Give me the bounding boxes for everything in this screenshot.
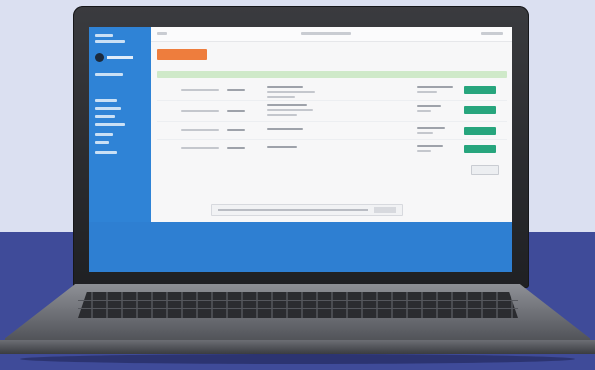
notification-button[interactable] (374, 207, 396, 213)
sidebar-brand (95, 34, 113, 37)
status-button[interactable] (464, 86, 496, 94)
sidebar-item[interactable] (95, 123, 125, 126)
sidebar-item[interactable] (95, 99, 117, 102)
laptop-screen (89, 27, 512, 272)
keyboard (78, 292, 518, 318)
table-row (157, 141, 507, 157)
top-bar (151, 27, 512, 42)
table-row (157, 123, 507, 139)
sidebar-item[interactable] (95, 151, 117, 154)
main-content (151, 27, 512, 222)
avatar (95, 53, 104, 62)
laptop-front-edge (0, 340, 595, 354)
table-row (157, 83, 507, 99)
add-button[interactable] (157, 49, 207, 60)
laptop-shadow (20, 354, 575, 364)
status-button[interactable] (464, 127, 496, 135)
sidebar-item[interactable] (95, 115, 115, 118)
notification-text (218, 209, 368, 211)
sidebar-item[interactable] (95, 141, 109, 144)
top-bar-title (301, 32, 351, 35)
sidebar-item[interactable] (95, 133, 113, 136)
status-button[interactable] (464, 106, 496, 114)
sidebar (89, 27, 151, 222)
user-name (107, 56, 133, 59)
keyboard-row (78, 300, 518, 301)
footer-band (89, 222, 512, 272)
sidebar-item[interactable] (95, 73, 123, 76)
notification-bar (211, 204, 403, 216)
status-button[interactable] (464, 145, 496, 153)
keyboard-row (78, 308, 518, 309)
user-menu[interactable] (481, 32, 503, 35)
menu-icon[interactable] (157, 32, 167, 35)
sidebar-subtitle (95, 40, 125, 43)
table-row (157, 102, 507, 118)
table-header (157, 71, 507, 78)
pagination-button[interactable] (471, 165, 499, 175)
sidebar-item[interactable] (95, 107, 121, 110)
